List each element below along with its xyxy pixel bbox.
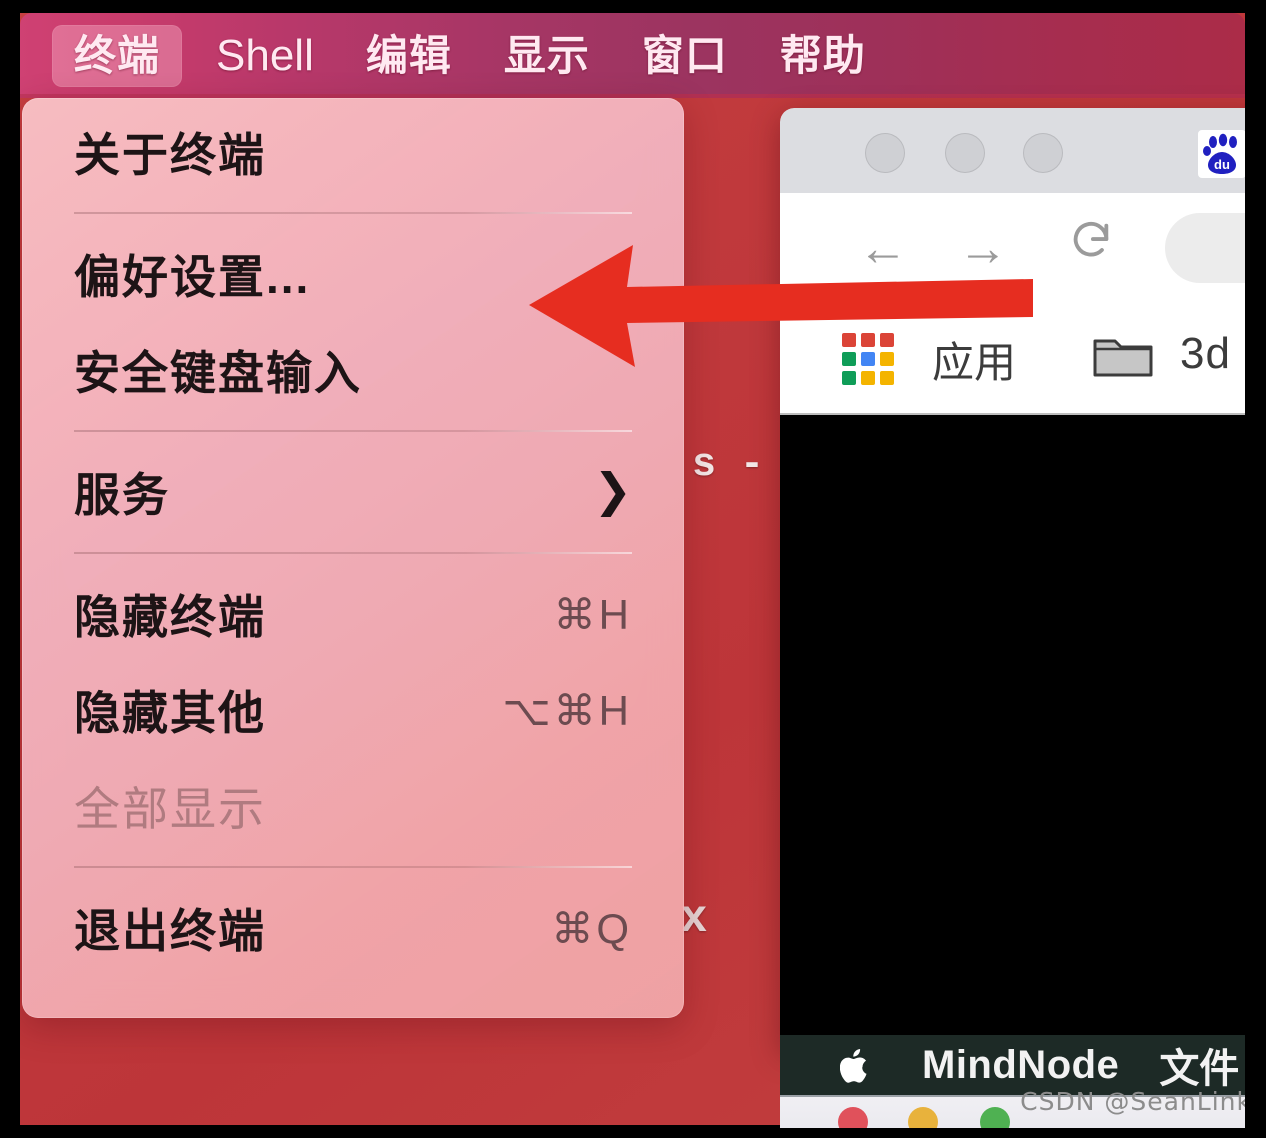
menu-item-shortcut: ⌘H bbox=[553, 590, 632, 638]
bookmark-apps-label[interactable]: 应用 bbox=[932, 329, 1016, 390]
menu-separator bbox=[74, 866, 632, 868]
menu-item-show-all: 全部显示 bbox=[22, 758, 684, 854]
window-close-button[interactable] bbox=[865, 133, 905, 173]
menu-item-label: 退出终端 bbox=[74, 905, 266, 957]
menubar-item-terminal[interactable]: 终端 bbox=[52, 24, 183, 87]
menubar-item-shell[interactable]: Shell bbox=[198, 28, 332, 84]
baidu-logo-icon: du bbox=[1198, 130, 1245, 178]
desktop-screen: s - x du ← → 应用 3d MindNode 文件 终端 Shell … bbox=[20, 13, 1245, 1138]
menu-separator bbox=[74, 212, 632, 214]
apps-grid-icon[interactable] bbox=[842, 333, 894, 385]
bookmarks-bar[interactable]: 应用 3d bbox=[780, 303, 1245, 413]
menu-item-label: 偏好设置... bbox=[74, 251, 311, 303]
menu-item-hide-terminal[interactable]: 隐藏终端 ⌘H bbox=[22, 566, 684, 662]
browser-page-content bbox=[780, 413, 1245, 1048]
frame-right bbox=[1245, 0, 1266, 1138]
menu-item-label: 关于终端 bbox=[74, 129, 266, 181]
browser-window[interactable]: du ← → 应用 3d bbox=[780, 108, 1245, 1048]
menu-item-services[interactable]: 服务 ❯ bbox=[22, 444, 684, 540]
bookmark-3d-label[interactable]: 3d bbox=[1180, 329, 1231, 379]
menu-item-quit-terminal[interactable]: 退出终端 ⌘Q bbox=[22, 880, 684, 976]
menu-separator bbox=[74, 430, 632, 432]
reload-icon[interactable] bbox=[1060, 217, 1122, 279]
menu-item-label: 服务 bbox=[74, 469, 170, 521]
menubar-item-edit[interactable]: 编辑 bbox=[348, 29, 470, 83]
menubar-item-window[interactable]: 窗口 bbox=[624, 29, 746, 83]
svg-text:du: du bbox=[1214, 157, 1230, 172]
menu-separator bbox=[74, 552, 632, 554]
menu-item-about-terminal[interactable]: 关于终端 bbox=[22, 104, 684, 200]
frame-bottom-left bbox=[0, 1125, 780, 1138]
mindnode-menu-file[interactable]: 文件 bbox=[1159, 1036, 1239, 1094]
window-minimize-button[interactable] bbox=[945, 133, 985, 173]
browser-navbar[interactable]: ← → bbox=[780, 193, 1245, 303]
back-icon[interactable]: ← bbox=[852, 217, 914, 279]
frame-left bbox=[0, 0, 20, 1138]
menu-item-hide-others[interactable]: 隐藏其他 ⌥⌘H bbox=[22, 662, 684, 758]
address-bar[interactable] bbox=[1165, 213, 1245, 283]
mindnode-menubar[interactable]: MindNode 文件 bbox=[780, 1035, 1245, 1095]
menubar-item-view[interactable]: 显示 bbox=[486, 29, 608, 83]
frame-top bbox=[0, 0, 1266, 13]
watermark: CSDN @SeanLink bbox=[1020, 1087, 1252, 1116]
folder-icon[interactable] bbox=[1092, 331, 1154, 379]
terminal-text-fragment: s - bbox=[692, 443, 765, 488]
apple-logo-icon[interactable] bbox=[839, 1048, 870, 1083]
menu-item-label: 安全键盘输入 bbox=[74, 347, 362, 399]
mac-menubar[interactable]: 终端 Shell 编辑 显示 窗口 帮助 bbox=[20, 13, 1245, 98]
menu-item-secure-keyboard-entry[interactable]: 安全键盘输入 bbox=[22, 322, 684, 418]
desktop-x-fragment: x bbox=[680, 893, 708, 945]
menubar-item-help[interactable]: 帮助 bbox=[762, 29, 884, 83]
menu-item-label: 隐藏终端 bbox=[74, 591, 266, 643]
menu-item-label: 隐藏其他 bbox=[74, 687, 266, 739]
menu-item-label: 全部显示 bbox=[74, 783, 266, 835]
mindnode-app-name[interactable]: MindNode bbox=[922, 1043, 1119, 1088]
chevron-right-icon: ❯ bbox=[593, 464, 632, 516]
terminal-dropdown-menu[interactable]: 关于终端 偏好设置... 安全键盘输入 服务 ❯ 隐藏终端 ⌘H 隐藏其他 ⌥⌘… bbox=[22, 98, 684, 1018]
forward-icon[interactable]: → bbox=[952, 217, 1014, 279]
menu-item-shortcut: ⌘Q bbox=[551, 904, 632, 952]
menu-item-preferences[interactable]: 偏好设置... bbox=[22, 226, 684, 322]
menu-item-shortcut: ⌥⌘H bbox=[502, 686, 632, 734]
window-maximize-button[interactable] bbox=[1023, 133, 1063, 173]
browser-titlebar[interactable]: du bbox=[780, 108, 1245, 193]
